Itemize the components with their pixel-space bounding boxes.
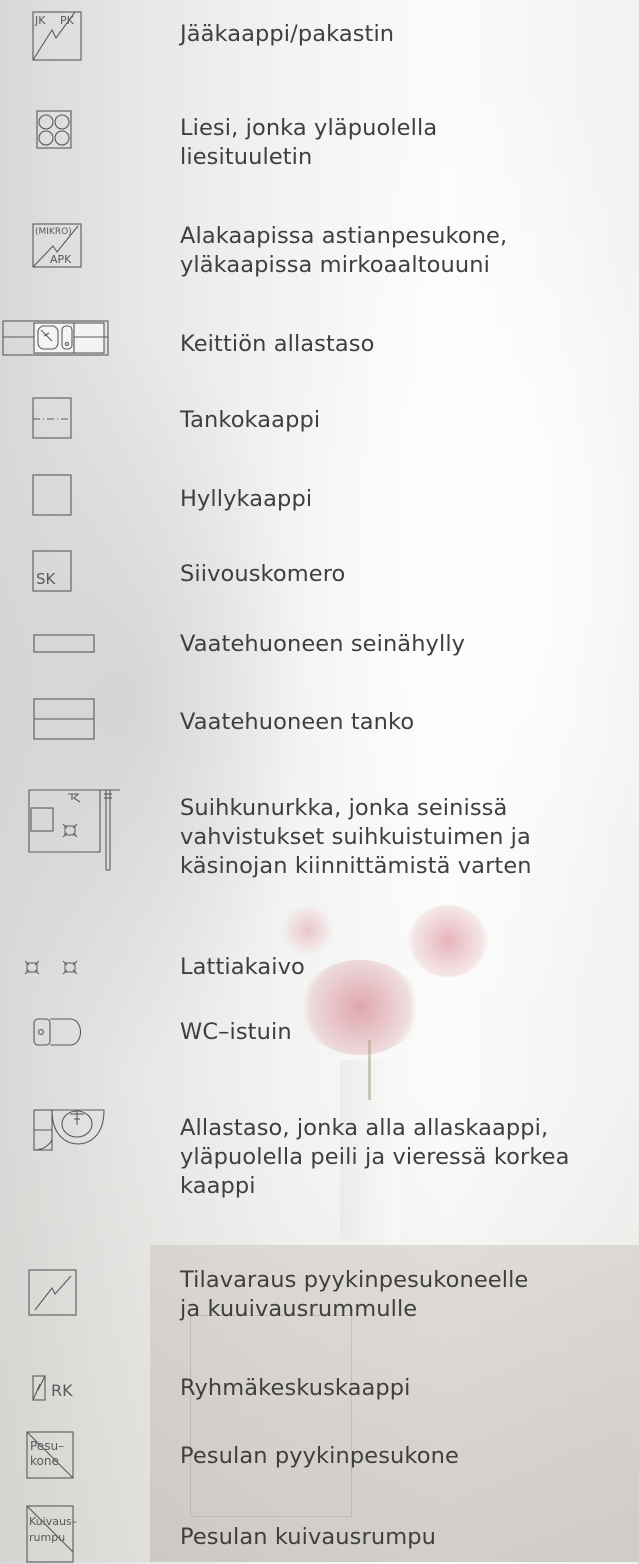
washing-machine-icon: Pesu– kone <box>0 1428 160 1488</box>
legend-label: Pesulan pyykinpesukone <box>180 1443 459 1469</box>
stove-icon <box>0 108 160 158</box>
legend-label: Vaatehuoneen tanko <box>180 709 415 735</box>
tumble-dryer-icon: Kuivaus– rumpu <box>0 1504 160 1564</box>
legend-label: Siivouskomero <box>180 561 346 587</box>
legend-label: Ryhmäkeskuskaappi <box>180 1375 411 1401</box>
legend-label: Tilavaraus pyykinpesukoneelle ja kuuivau… <box>180 1267 529 1322</box>
fridge-freezer-icon: JK PK <box>0 8 160 68</box>
cleaning-closet-icon-text: SK <box>36 570 57 588</box>
laundry-space-icon <box>0 1264 160 1324</box>
electrical-panel-icon-text: RK <box>51 1381 73 1400</box>
legend-label: Pesulan kuivausrumpu <box>180 1524 436 1550</box>
legend-label: Vaatehuoneen seinähylly <box>180 631 466 657</box>
washing-machine-icon-text-1: Pesu– <box>30 1439 64 1453</box>
legend-label: Liesi, jonka yläpuolella liesituuletin <box>180 115 438 170</box>
shelf-cabinet-icon <box>0 472 160 522</box>
legend-label: Jääkaappi/pakastin <box>180 21 395 47</box>
rod-cabinet-icon <box>0 396 160 446</box>
legend-label: Lattiakaivo <box>180 954 305 980</box>
washbasin-cabinet-icon <box>0 1084 160 1164</box>
shower-corner-icon <box>0 788 160 888</box>
electrical-panel-icon: RK <box>0 1370 160 1410</box>
legend-label: Tankokaappi <box>180 407 321 433</box>
legend-label: Alakaapissa astianpesukone, yläkaapissa … <box>180 223 508 278</box>
dishwasher-icon-text-mikro: (MIKRO) <box>35 227 72 237</box>
legend-label: Keittiön allastaso <box>180 331 375 357</box>
legend-label: Suihkunurkka, jonka seinissä vahvistukse… <box>180 795 532 879</box>
symbol-legend: JK PK Jääkaappi/pakastin Liesi, jonka yl… <box>0 0 639 1564</box>
fridge-icon-text-pk: PK <box>60 14 75 27</box>
cleaning-closet-icon: SK <box>0 548 160 598</box>
kitchen-sink-counter-icon <box>0 320 160 370</box>
washing-machine-icon-text-2: kone <box>30 1454 59 1468</box>
tumble-dryer-icon-text-1: Kuivaus– <box>29 1515 77 1528</box>
legend-label: Allastaso, jonka alla allaskaappi, yläpu… <box>180 1115 570 1199</box>
legend-label: WC–istuin <box>180 1019 292 1045</box>
legend-label: Hyllykaappi <box>180 486 313 512</box>
wall-shelf-icon <box>0 628 160 668</box>
clothes-rod-icon <box>0 696 160 746</box>
tumble-dryer-icon-text-2: rumpu <box>29 1531 65 1544</box>
dishwasher-icon-text-apk: APK <box>50 253 72 266</box>
dishwasher-microwave-icon: (MIKRO) APK <box>0 222 160 272</box>
fridge-icon-text-jk: JK <box>34 14 46 27</box>
toilet-icon <box>0 1014 160 1054</box>
floor-drain-icon <box>0 950 160 990</box>
